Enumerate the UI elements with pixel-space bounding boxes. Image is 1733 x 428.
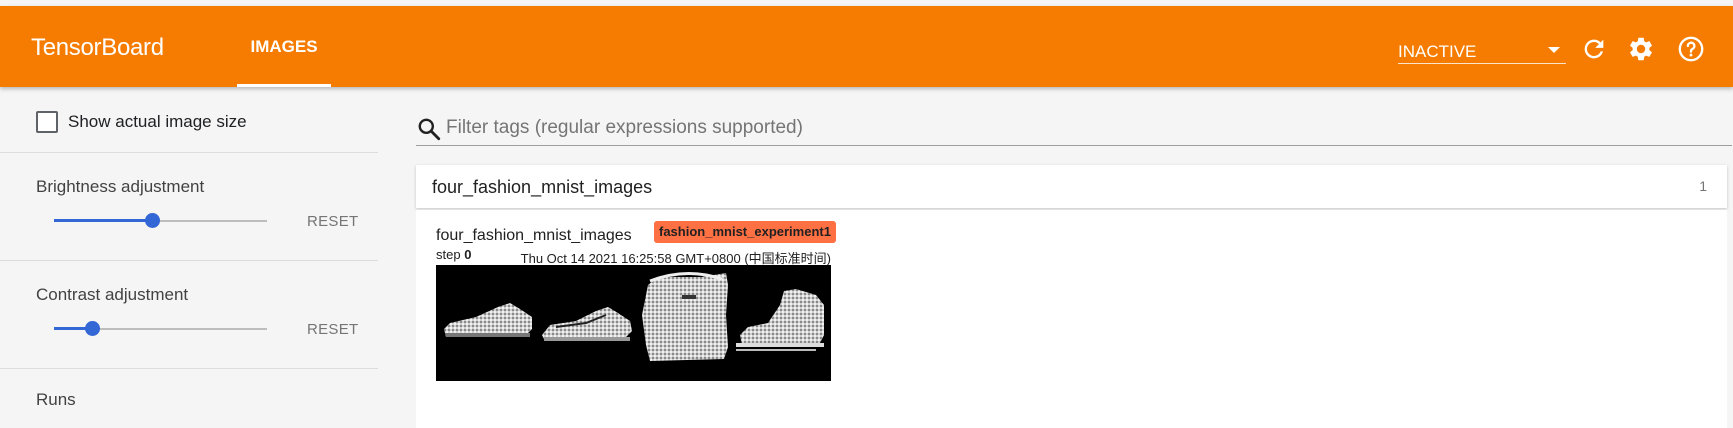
- slider-knob[interactable]: [144, 213, 160, 228]
- step-text: step: [436, 247, 461, 262]
- search-icon: [418, 118, 441, 141]
- tag-group-name: four_fashion_mnist_images: [432, 177, 653, 197]
- image-card-title: four_fashion_mnist_images: [436, 227, 632, 244]
- brightness-slider[interactable]: [54, 213, 267, 229]
- boot-image: [736, 289, 824, 351]
- bag-image: [642, 271, 728, 361]
- image-size-section: Show actual image size: [0, 87, 378, 153]
- settings-icon[interactable]: [1627, 35, 1655, 63]
- contrast-reset-button[interactable]: RESET: [307, 321, 359, 338]
- help-icon[interactable]: [1677, 35, 1705, 63]
- reload-status-value: INACTIVE: [1398, 42, 1477, 61]
- filter-tags-input[interactable]: [446, 114, 1716, 142]
- image-card: four_fashion_mnist_images fashion_mnist_…: [416, 210, 1727, 428]
- tab-images[interactable]: IMAGES: [237, 6, 331, 87]
- brightness-reset-button[interactable]: RESET: [307, 213, 359, 230]
- chevron-down-icon: [1548, 47, 1560, 53]
- slider-knob[interactable]: [85, 321, 101, 336]
- top-toolbar: TensorBoard IMAGES INACTIVE: [0, 6, 1733, 87]
- tag-filter: [416, 110, 1732, 146]
- slider-fill: [54, 219, 152, 222]
- runs-heading: Runs: [36, 390, 76, 409]
- show-actual-size-label: Show actual image size: [68, 112, 247, 131]
- image-sample[interactable]: [436, 265, 831, 381]
- sneaker-image-1: [444, 303, 532, 337]
- show-actual-size-checkbox-row[interactable]: Show actual image size: [36, 111, 247, 133]
- main-content: four_fashion_mnist_images 1 four_fashion…: [378, 87, 1733, 428]
- sneaker-image-2: [542, 307, 632, 341]
- app-title: TensorBoard: [31, 34, 164, 61]
- contrast-label: Contrast adjustment: [36, 285, 189, 304]
- step-value: 0: [464, 247, 472, 262]
- reload-status-dropdown[interactable]: INACTIVE: [1398, 34, 1566, 64]
- tag-group-header[interactable]: four_fashion_mnist_images 1: [416, 165, 1727, 208]
- tag-group-count: 1: [1699, 178, 1707, 194]
- refresh-icon[interactable]: [1580, 35, 1608, 63]
- brightness-section: Brightness adjustment RESET: [0, 153, 378, 261]
- contrast-slider[interactable]: [54, 321, 267, 337]
- step-label: step 0: [436, 247, 471, 262]
- sidebar: Show actual image size Brightness adjust…: [0, 87, 378, 428]
- show-actual-size-checkbox[interactable]: [36, 111, 58, 133]
- run-badge: fashion_mnist_experiment1: [654, 221, 836, 243]
- contrast-section: Contrast adjustment RESET: [0, 261, 378, 369]
- brightness-label: Brightness adjustment: [36, 177, 205, 196]
